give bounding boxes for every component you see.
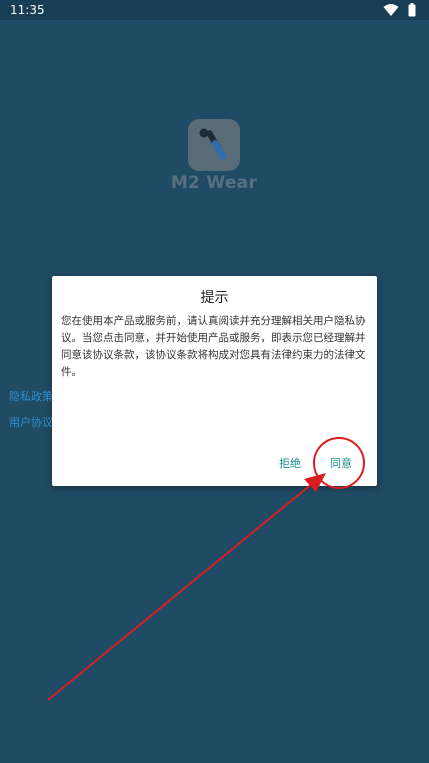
status-icons	[383, 3, 417, 17]
reject-button[interactable]: 拒绝	[279, 455, 301, 471]
privacy-dialog: 提示 您在使用本产品或服务前，请认真阅读并充分理解相关用户隐私协议。当您点击同意…	[52, 276, 377, 486]
wifi-icon	[383, 4, 399, 16]
app-name: M2 Wear	[170, 173, 258, 193]
status-time: 11:35	[10, 3, 45, 17]
dialog-title: 提示	[200, 290, 229, 306]
agree-button[interactable]: 同意	[330, 455, 352, 471]
dialog-message: 您在使用本产品或服务前，请认真阅读并充分理解相关用户隐私协议。当您点击同意，并开…	[61, 315, 366, 378]
user-agreement-link[interactable]: 用户协议	[9, 414, 53, 430]
m2-wear-logo-icon	[188, 119, 240, 171]
battery-icon	[408, 3, 416, 17]
privacy-policy-link[interactable]: 隐私政策	[9, 388, 53, 404]
status-bar: 11:35	[0, 0, 429, 20]
